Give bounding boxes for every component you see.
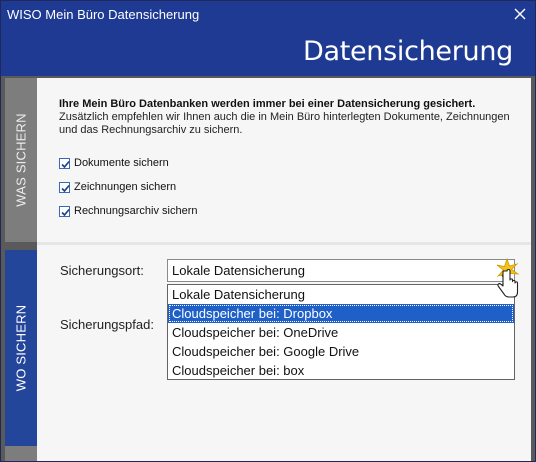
checkbox-box[interactable]	[59, 206, 70, 217]
location-select[interactable]: Lokale Datensicherung	[167, 259, 515, 282]
checkmark-icon	[61, 160, 70, 169]
checkbox-label[interactable]: Rechnungsarchiv sichern	[74, 205, 198, 217]
location-dropdown-list: Lokale Datensicherung Cloudspeicher bei:…	[167, 284, 515, 380]
title-bar: WISO Mein Büro Datensicherung	[1, 1, 535, 28]
hand-pointer-icon	[493, 257, 529, 301]
what-section: WAS SICHERN Ihre Mein Büro Datenbanken w…	[1, 78, 535, 242]
next-section-sidebar	[5, 446, 37, 461]
backup-window: WISO Mein Büro Datensicherung Datensiche…	[0, 0, 536, 462]
checkmark-icon	[61, 184, 70, 193]
checkbox-box[interactable]	[59, 158, 70, 169]
checkbox-label[interactable]: Dokumente sichern	[74, 157, 169, 169]
checkbox-box[interactable]	[59, 182, 70, 193]
what-section-sidebar: WAS SICHERN	[5, 78, 37, 242]
close-icon[interactable]	[509, 3, 531, 25]
checkbox-label[interactable]: Zeichnungen sichern	[74, 181, 176, 193]
header-banner: Datensicherung	[1, 28, 535, 76]
page-title: Datensicherung	[302, 36, 513, 67]
checkmark-icon	[61, 208, 70, 217]
what-section-panel: Ihre Mein Büro Datenbanken werden immer …	[37, 78, 531, 242]
intro-text: Zusätzlich empfehlen wir Ihnen auch die …	[59, 111, 510, 136]
location-select-value: Lokale Datensicherung	[172, 263, 305, 278]
dropdown-option-google-drive[interactable]: Cloudspeicher bei: Google Drive	[168, 342, 514, 361]
location-label: Sicherungsort:	[60, 263, 144, 278]
path-label: Sicherungspfad:	[60, 317, 154, 332]
next-section-strip	[1, 446, 535, 461]
intro-heading: Ihre Mein Büro Datenbanken werden immer …	[59, 98, 476, 110]
dropdown-option-onedrive[interactable]: Cloudspeicher bei: OneDrive	[168, 323, 514, 342]
dropdown-option-local[interactable]: Lokale Datensicherung	[168, 285, 514, 304]
window-title: WISO Mein Büro Datensicherung	[7, 7, 200, 22]
what-section-label: WAS SICHERN	[13, 113, 29, 207]
next-section-panel	[37, 446, 531, 461]
dropdown-option-dropbox[interactable]: Cloudspeicher bei: Dropbox	[168, 304, 514, 323]
where-section-sidebar: WO SICHERN	[5, 250, 37, 446]
dropdown-option-box[interactable]: Cloudspeicher bei: box	[168, 361, 514, 380]
where-section-label: WO SICHERN	[13, 304, 29, 392]
